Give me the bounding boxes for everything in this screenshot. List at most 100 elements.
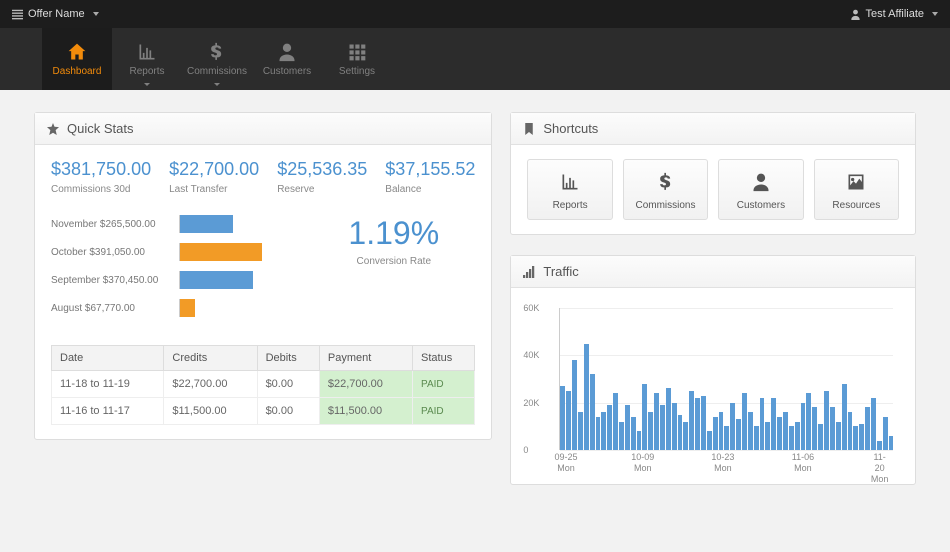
bar-chart-icon [560, 172, 580, 192]
traffic-bar [818, 424, 823, 450]
traffic-bar [877, 441, 882, 450]
offer-selector[interactable]: Offer Name [12, 8, 99, 20]
stat-label: Reserve [277, 184, 367, 195]
traffic-bar [789, 426, 794, 450]
quick-stats-panel: Quick Stats $381,750.00Commissions 30d $2… [34, 112, 492, 440]
x-tick-label: 10-09Mon [631, 452, 654, 474]
traffic-bar [631, 417, 636, 450]
signal-icon [523, 266, 535, 278]
traffic-bar [812, 407, 817, 450]
dollar-icon [656, 172, 676, 192]
table-row: 11-16 to 11-17$11,500.00$0.00$11,500.00P… [52, 398, 475, 425]
traffic-bar [713, 417, 718, 450]
chevron-down-icon [144, 83, 150, 86]
traffic-bar [666, 388, 671, 450]
nav-label: Customers [263, 66, 311, 77]
shortcut-reports[interactable]: Reports [527, 159, 612, 220]
shortcut-label: Commissions [635, 200, 695, 211]
panel-title: Quick Stats [35, 113, 491, 145]
main-nav: Dashboard Reports Commissions Customers Sett… [0, 28, 950, 90]
traffic-bar [736, 419, 741, 450]
traffic-bar [730, 403, 735, 450]
nav-dashboard[interactable]: Dashboard [42, 28, 112, 90]
x-tick-label: 11-20Mon [871, 452, 889, 484]
y-tick-label: 60K [523, 303, 539, 313]
nav-customers[interactable]: Customers [252, 28, 322, 90]
traffic-bar [672, 403, 677, 450]
panel-title: Traffic [511, 256, 915, 288]
nav-label: Settings [339, 66, 375, 77]
bookmark-icon [523, 123, 535, 135]
star-icon [47, 123, 59, 135]
traffic-bar [572, 360, 577, 450]
traffic-bar [801, 403, 806, 450]
image-icon [846, 172, 866, 192]
y-tick-label: 20K [523, 398, 539, 408]
shortcut-commissions[interactable]: Commissions [623, 159, 708, 220]
traffic-bar [590, 374, 595, 450]
traffic-bar [566, 391, 571, 450]
traffic-bar [578, 412, 583, 450]
traffic-bar [596, 417, 601, 450]
traffic-bar [701, 396, 706, 450]
month-bar: November $265,500.00 [51, 215, 312, 233]
shortcut-customers[interactable]: Customers [718, 159, 803, 220]
nav-label: Commissions [187, 66, 247, 77]
table-header: Status [413, 346, 475, 371]
quick-stats-title: Quick Stats [67, 121, 133, 136]
shortcuts-title: Shortcuts [543, 121, 598, 136]
table-header: Date [52, 346, 164, 371]
traffic-bar [853, 426, 858, 450]
chevron-down-icon [93, 12, 99, 16]
nav-settings[interactable]: Settings [322, 28, 392, 90]
x-tick-label: 11-06Mon [792, 452, 814, 474]
traffic-bar [824, 391, 829, 450]
traffic-bar [742, 393, 747, 450]
content: Quick Stats $381,750.00Commissions 30d $2… [0, 90, 950, 507]
traffic-chart: 020K40K60K09-25Mon10-09Mon10-23Mon11-06M… [523, 298, 903, 478]
traffic-bar [777, 417, 782, 450]
traffic-bar [795, 422, 800, 450]
y-tick-label: 40K [523, 350, 539, 360]
user-menu[interactable]: Test Affiliate [850, 8, 939, 20]
user-icon [277, 42, 297, 62]
traffic-bar [883, 417, 888, 450]
x-tick-label: 09-25Mon [555, 452, 578, 474]
user-name: Test Affiliate [866, 8, 925, 20]
topbar: Offer Name Test Affiliate [0, 0, 950, 28]
month-bar-label: August $67,770.00 [51, 303, 171, 314]
traffic-bar [836, 422, 841, 450]
traffic-bar [625, 405, 630, 450]
traffic-bar [584, 344, 589, 451]
traffic-bar [683, 422, 688, 450]
month-bar-label: November $265,500.00 [51, 219, 171, 230]
traffic-bar [806, 393, 811, 450]
traffic-bar [848, 412, 853, 450]
traffic-bar [724, 426, 729, 450]
nav-label: Dashboard [53, 66, 102, 77]
traffic-bar [842, 384, 847, 450]
table-header: Payment [319, 346, 412, 371]
traffic-bar [830, 407, 835, 450]
shortcuts-panel: Shortcuts Reports Commissions CustomersRes… [510, 112, 916, 235]
stat-label: Balance [385, 184, 475, 195]
stat-block: $381,750.00Commissions 30d [51, 159, 151, 195]
traffic-bar [765, 422, 770, 450]
traffic-bar [865, 407, 870, 450]
traffic-bar [560, 386, 565, 450]
nav-commissions[interactable]: Commissions [182, 28, 252, 90]
stat-value: $381,750.00 [51, 159, 151, 180]
home-icon [67, 42, 87, 62]
traffic-bar [783, 412, 788, 450]
nav-reports[interactable]: Reports [112, 28, 182, 90]
stat-block: $25,536.35Reserve [277, 159, 367, 195]
traffic-bar [613, 393, 618, 450]
traffic-bar [619, 422, 624, 450]
traffic-bar [637, 431, 642, 450]
traffic-bar [601, 412, 606, 450]
chevron-down-icon [214, 83, 220, 86]
traffic-bar [889, 436, 894, 450]
month-bar-label: October $391,050.00 [51, 247, 171, 258]
shortcut-resources[interactable]: Resources [814, 159, 899, 220]
stat-label: Last Transfer [169, 184, 259, 195]
